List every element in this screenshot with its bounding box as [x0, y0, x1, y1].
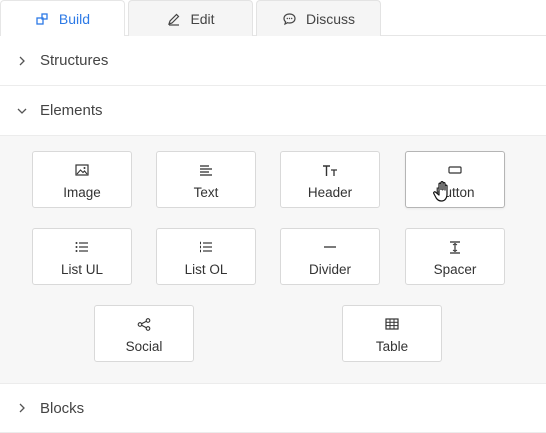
share-icon	[136, 317, 152, 331]
element-social-tile[interactable]: Social	[94, 305, 194, 362]
element-button-tile[interactable]: Button	[405, 151, 505, 208]
element-image-label: Image	[63, 185, 101, 200]
element-spacer-label: Spacer	[433, 262, 477, 277]
element-divider-tile[interactable]: Divider	[280, 228, 380, 285]
tab-edit[interactable]: Edit	[128, 0, 253, 36]
element-list-ul-tile[interactable]: List UL	[32, 228, 132, 285]
element-image-tile[interactable]: Image	[32, 151, 132, 208]
tab-edit-label: Edit	[190, 10, 215, 27]
section-structures-header[interactable]: Structures	[0, 36, 546, 86]
section-elements-header[interactable]: Elements	[0, 86, 546, 136]
text-align-icon	[198, 163, 214, 177]
chevron-down-icon	[15, 104, 29, 118]
chat-icon	[282, 11, 298, 27]
table-icon	[384, 317, 400, 331]
element-button-label: Button	[435, 185, 475, 200]
element-table-label: Table	[375, 339, 409, 354]
element-table-tile[interactable]: Table	[342, 305, 442, 362]
element-social-label: Social	[125, 339, 163, 354]
element-text-label: Text	[193, 185, 219, 200]
numbered-list-icon	[198, 240, 214, 254]
spacer-icon	[447, 240, 463, 254]
button-icon	[447, 163, 463, 177]
tab-build[interactable]: Build	[0, 0, 125, 37]
section-blocks-header[interactable]: Blocks	[0, 383, 546, 433]
tab-discuss-label: Discuss	[305, 10, 355, 27]
tab-build-label: Build	[58, 11, 91, 27]
element-text-tile[interactable]: Text	[156, 151, 256, 208]
heading-icon	[322, 163, 338, 177]
chevron-right-icon	[15, 54, 29, 68]
element-divider-label: Divider	[308, 262, 351, 277]
element-spacer-tile[interactable]: Spacer	[405, 228, 505, 285]
element-list-ol-tile[interactable]: List OL	[156, 228, 256, 285]
tab-discuss[interactable]: Discuss	[256, 0, 381, 36]
elements-panel: Image Text Header Button List UL List OL	[0, 136, 546, 383]
element-list-ul-label: List UL	[60, 262, 104, 277]
blocks-icon	[35, 11, 51, 27]
section-structures-label: Structures	[40, 52, 109, 69]
image-icon	[74, 163, 90, 177]
pen-icon	[166, 11, 182, 27]
element-list-ol-label: List OL	[184, 262, 228, 277]
element-header-tile[interactable]: Header	[280, 151, 380, 208]
chevron-right-icon	[15, 401, 29, 415]
tab-bar: Build Edit Discuss	[0, 0, 546, 37]
divider-icon	[322, 240, 338, 254]
section-elements-label: Elements	[40, 102, 103, 119]
bullet-list-icon	[74, 240, 90, 254]
section-blocks-label: Blocks	[40, 399, 85, 417]
element-header-label: Header	[307, 185, 353, 200]
